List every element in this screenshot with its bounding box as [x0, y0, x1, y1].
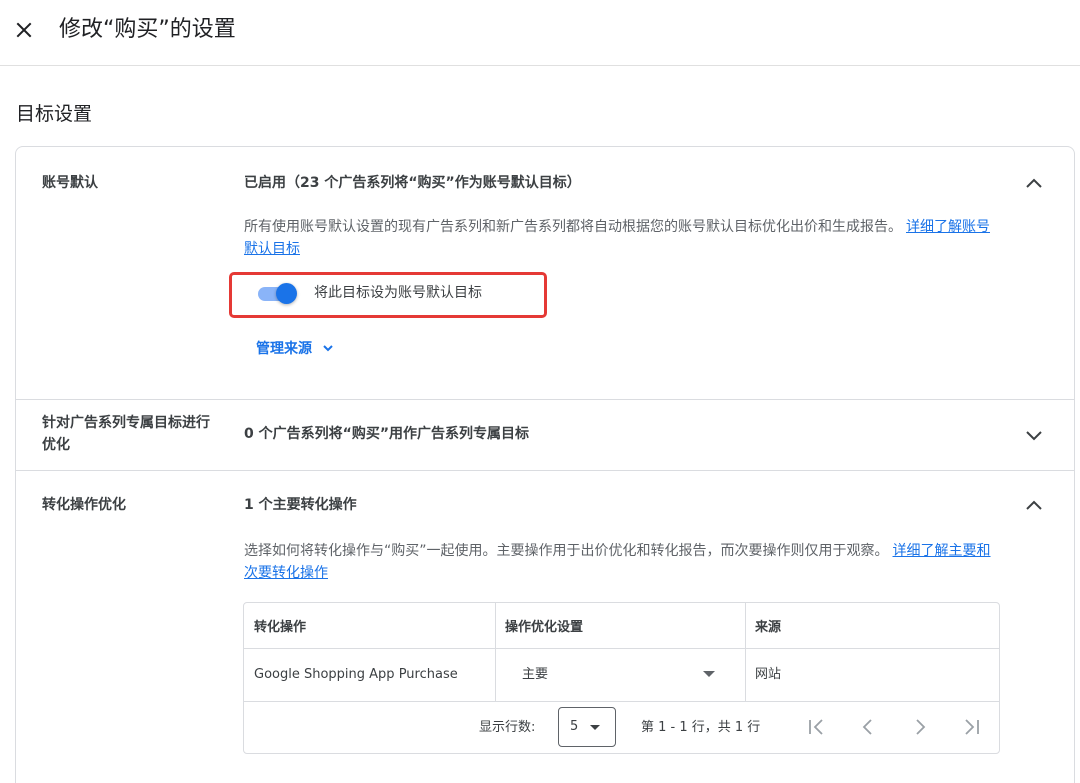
collapse-conversion-optimization-button[interactable]: [1022, 494, 1046, 518]
toggle-label: 将此目标设为账号默认目标: [314, 285, 482, 301]
dialog-header: 修改“购买”的设置: [0, 0, 1080, 66]
chevron-left-icon: [862, 719, 872, 735]
manage-source-button[interactable]: 管理来源: [256, 337, 334, 359]
chevron-down-icon: [323, 345, 333, 352]
row-divider: [15, 399, 1075, 400]
last-page-button[interactable]: [960, 715, 984, 739]
previous-page-button[interactable]: [856, 715, 880, 739]
toggle-thumb: [276, 283, 297, 304]
conversion-optimization-label: 转化操作优化: [42, 497, 126, 513]
conversion-actions-table: 转化操作 操作优化设置 来源 Google Shopping App Purch…: [243, 602, 1000, 754]
campaign-specific-label: 针对广告系列专属目标进行 优化: [42, 412, 210, 456]
chevron-up-icon: [1026, 500, 1042, 510]
close-icon: [16, 22, 32, 38]
column-header-source[interactable]: 来源: [755, 619, 781, 637]
row-divider: [15, 470, 1075, 471]
account-default-description: 所有使用账号默认设置的现有广告系列和新广告系列都将自动根据您的账号默认目标优化出…: [244, 216, 996, 260]
conversion-optimization-summary: 1 个主要转化操作: [244, 497, 357, 513]
first-page-icon: [809, 719, 823, 735]
account-default-toggle[interactable]: [256, 283, 297, 304]
optimization-setting-select[interactable]: 主要: [496, 649, 744, 701]
close-button[interactable]: [12, 18, 36, 42]
campaign-specific-summary: 0 个广告系列将“购买”用作广告系列专属目标: [244, 426, 530, 442]
optimization-setting-value: 主要: [522, 667, 549, 682]
table-column-divider: [745, 603, 746, 701]
collapse-account-default-button[interactable]: [1022, 172, 1046, 196]
manage-source-label: 管理来源: [256, 341, 312, 357]
page-title: 修改“购买”的设置: [59, 17, 236, 42]
rows-per-page-select[interactable]: 5: [558, 707, 616, 747]
next-page-button[interactable]: [908, 715, 932, 739]
expand-campaign-specific-button[interactable]: [1022, 423, 1046, 447]
rows-per-page-label: 显示行数:: [479, 720, 536, 735]
dropdown-arrow-icon: [590, 725, 600, 730]
conversion-optimization-description-text: 选择如何将转化操作与“购买”一起使用。主要操作用于出价优化和转化报告，而次要操作…: [244, 543, 889, 559]
account-default-summary: 已启用（23 个广告系列将“购买”作为账号默认目标）: [244, 175, 581, 191]
account-default-label: 账号默认: [42, 175, 98, 191]
conversion-optimization-description: 选择如何将转化操作与“购买”一起使用。主要操作用于出价优化和转化报告，而次要操作…: [244, 540, 996, 584]
first-page-button[interactable]: [804, 715, 828, 739]
dropdown-arrow-icon: [703, 671, 715, 677]
table-row-action: Google Shopping App Purchase: [254, 667, 458, 682]
chevron-right-icon: [916, 719, 926, 735]
column-header-action[interactable]: 转化操作: [254, 619, 306, 637]
campaign-specific-label-line2: 优化: [42, 437, 70, 453]
table-row-source: 网站: [755, 667, 782, 682]
account-default-description-text: 所有使用账号默认设置的现有广告系列和新广告系列都将自动根据您的账号默认目标优化出…: [244, 219, 902, 235]
rows-per-page-value: 5: [570, 719, 579, 734]
column-header-setting[interactable]: 操作优化设置: [505, 619, 583, 637]
campaign-specific-label-line1: 针对广告系列专属目标进行: [42, 415, 210, 431]
table-divider: [244, 701, 999, 702]
page-info: 第 1 - 1 行，共 1 行: [641, 720, 761, 735]
section-title: 目标设置: [16, 103, 93, 125]
chevron-up-icon: [1026, 178, 1042, 188]
last-page-icon: [965, 719, 979, 735]
chevron-down-icon: [1026, 431, 1042, 441]
